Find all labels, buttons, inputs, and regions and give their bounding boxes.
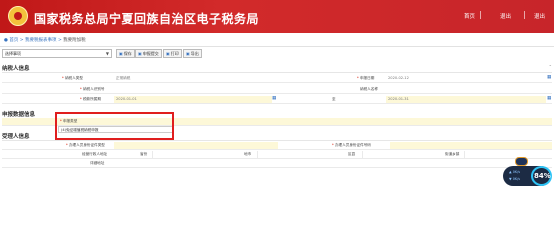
- id-type-select[interactable]: [114, 142, 278, 149]
- tax-emblem-icon: [8, 6, 28, 26]
- province-select[interactable]: [152, 151, 222, 158]
- district-select[interactable]: [362, 151, 432, 158]
- taxpayer-id-field[interactable]: [114, 86, 274, 93]
- toolbar: 选择事项 ▼ ▣保存 ▣申报提交 ▣打印 ▣导出: [0, 49, 554, 59]
- agent-section-title: 受理人信息: [2, 134, 30, 140]
- field-label: 经营行政人地址: [82, 152, 108, 156]
- declare-date-field[interactable]: 2020-02-12: [386, 75, 552, 82]
- section-divider: [2, 140, 552, 141]
- save-button[interactable]: ▣保存: [116, 49, 135, 58]
- export-button[interactable]: ▣导出: [183, 49, 202, 58]
- widget-badge-icon: [515, 157, 528, 166]
- calendar-icon[interactable]: ▦: [547, 75, 551, 80]
- city-select[interactable]: [257, 151, 327, 158]
- section-divider: [2, 72, 552, 73]
- taxpayer-section-title: 纳税人信息: [2, 66, 30, 72]
- field-label: 地市: [244, 152, 252, 156]
- usage-percent: 84%: [534, 172, 551, 180]
- field-label: 省份: [140, 152, 148, 156]
- export-icon: ▣: [186, 51, 190, 56]
- matter-select-value: 选择事项: [5, 51, 21, 56]
- logout-link[interactable]: 退出: [534, 12, 545, 20]
- submit-button[interactable]: ▣申报提交: [135, 49, 162, 58]
- matter-select[interactable]: 选择事项 ▼: [2, 49, 112, 58]
- form-row: 详细地址: [2, 160, 552, 168]
- download-speed: ▼ 0K/s: [509, 177, 520, 181]
- field-label: 纳税人名称: [360, 87, 378, 91]
- home-link[interactable]: 首页: [464, 12, 475, 20]
- upload-speed: ▲ 0K/s: [509, 170, 520, 174]
- breadcrumb-level2: 我要附加税: [63, 38, 86, 43]
- user-link[interactable]: 退出: [500, 12, 511, 20]
- field-label: 至: [332, 97, 336, 101]
- id-number-field[interactable]: [390, 142, 552, 149]
- field-label: * 办理人员身份证件类型: [66, 143, 105, 147]
- field-label: 街道乡镇: [445, 152, 460, 156]
- address-field[interactable]: [114, 160, 552, 167]
- field-label: * 办理人员身份证件号码: [332, 143, 371, 147]
- taxpayer-name-field[interactable]: [386, 86, 552, 93]
- form-row: 经营行政人地址 省份 地市 区县 街道乡镇: [2, 151, 552, 159]
- breadcrumb: ● 首页 > 我要税报表事项 > 我要附加税: [4, 37, 86, 43]
- form-row: * 纳税人类型 正常纳税 * 申报日期 2020-02-12 ▦: [2, 75, 552, 83]
- period-start-field[interactable]: 2020-01-01: [114, 96, 272, 103]
- form-row: * 纳税人识别号 纳税人名称: [2, 86, 552, 94]
- taxpayer-type-field[interactable]: 正常纳税: [114, 75, 274, 82]
- breadcrumb-level1[interactable]: 我要税报表事项: [25, 38, 57, 43]
- calendar-icon[interactable]: ▦: [547, 96, 551, 101]
- chevron-down-icon: ▼: [105, 51, 109, 56]
- field-label: * 申报日期: [357, 76, 375, 80]
- form-row: * 办理人员身份证件类型 * 办理人员身份证件号码: [2, 142, 552, 150]
- print-button[interactable]: ▣打印: [163, 49, 182, 58]
- print-icon: ▣: [166, 51, 170, 56]
- field-label: * 税款所属期: [80, 97, 101, 101]
- form-row: * 税款所属期 2020-01-01 ▦ 至 2020-01-31 ▦: [2, 96, 552, 104]
- period-end-field[interactable]: 2020-01-31: [386, 96, 546, 103]
- highlight-box: [55, 112, 174, 140]
- tab-divider: [0, 46, 554, 47]
- field-label: * 纳税人识别号: [80, 87, 105, 91]
- field-label: * 纳税人类型: [62, 76, 83, 80]
- calendar-icon[interactable]: ▦: [272, 96, 276, 101]
- header-divider: [480, 11, 481, 19]
- field-label: 区县: [348, 152, 356, 156]
- top-header: 国家税务总局宁夏回族自治区电子税务局 首页 退出 退出: [0, 0, 554, 33]
- save-icon: ▣: [119, 51, 123, 56]
- collapse-icon[interactable]: ⌃: [549, 64, 552, 69]
- header-divider: [524, 11, 525, 19]
- submit-icon: ▣: [138, 51, 142, 56]
- street-select[interactable]: [464, 151, 550, 158]
- breadcrumb-home[interactable]: 首页: [9, 38, 18, 43]
- site-title: 国家税务总局宁夏回族自治区电子税务局: [34, 12, 260, 26]
- declaration-section-title: 申报数据信息: [2, 112, 36, 118]
- field-label: 详细地址: [90, 161, 105, 165]
